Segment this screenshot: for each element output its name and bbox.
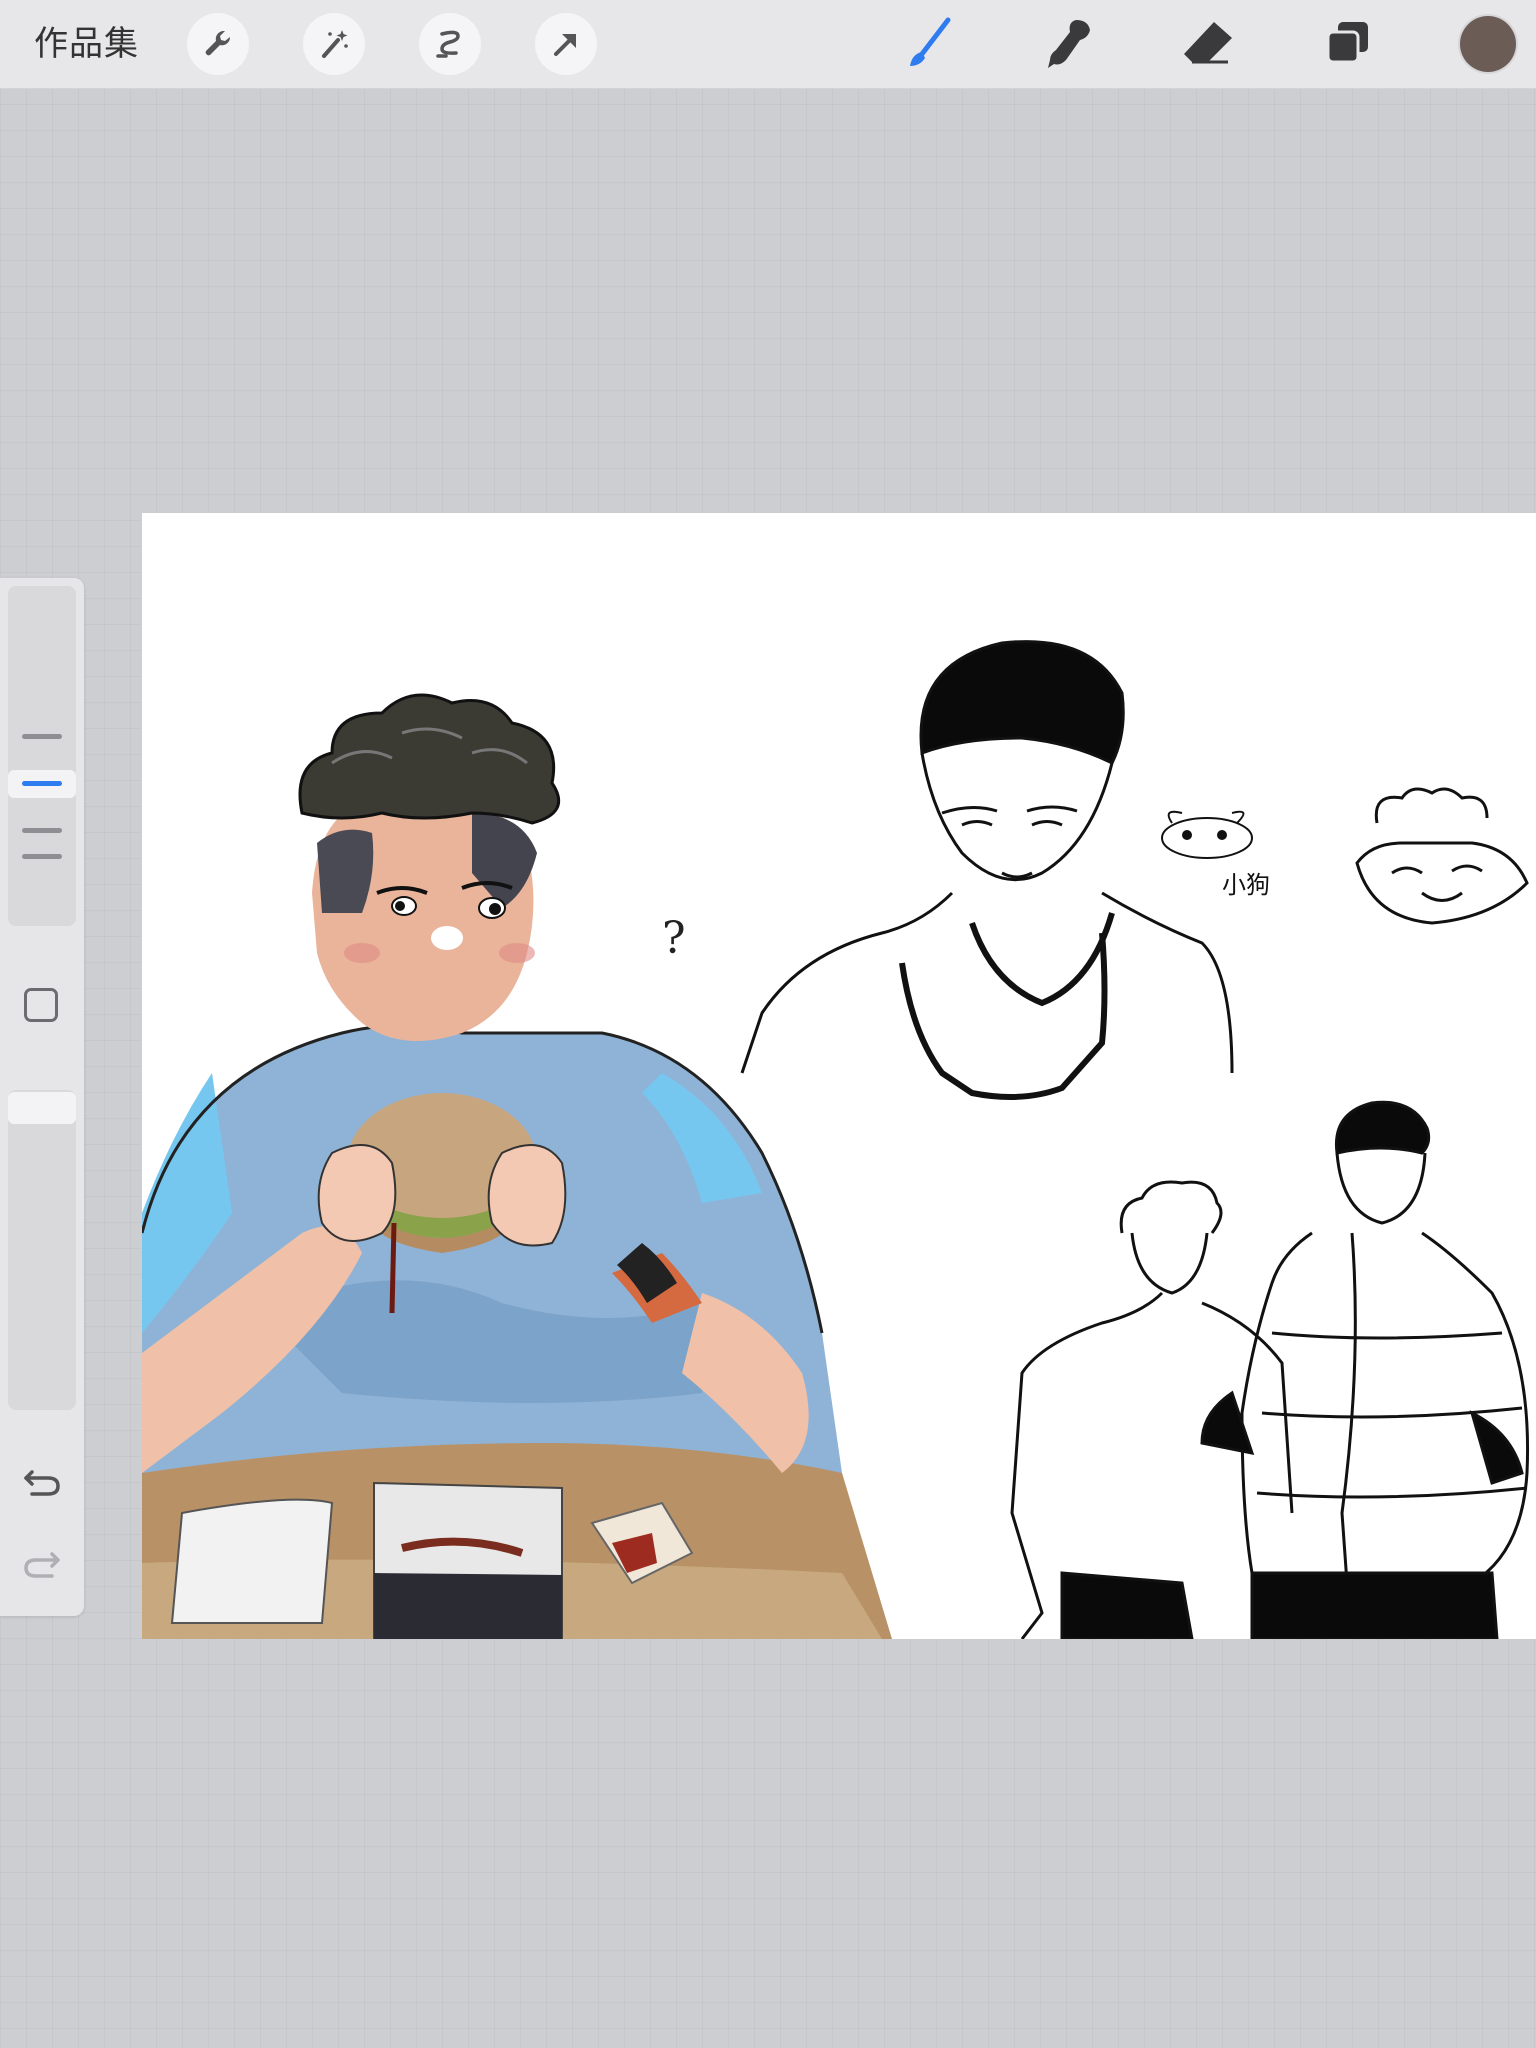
smudge-icon (1048, 20, 1090, 68)
color-picker-button[interactable] (1460, 16, 1516, 72)
size-tick (22, 828, 62, 833)
left-sidebar (0, 578, 84, 1616)
dog-doodle (1161, 810, 1253, 859)
brush-opacity-slider[interactable] (8, 1090, 76, 1410)
adjustments-button[interactable] (303, 13, 365, 75)
undo-button[interactable] (18, 1458, 66, 1506)
transform-button[interactable] (535, 13, 597, 75)
smudge-tool[interactable] (1038, 14, 1098, 74)
undo-icon (24, 1470, 60, 1496)
question-mark-note: ? (662, 913, 686, 964)
layers-button[interactable] (1318, 14, 1378, 74)
brush-size-thumb[interactable] (8, 770, 76, 798)
modify-button[interactable] (24, 988, 58, 1022)
artwork: ? 小狗 (142, 640, 1530, 1639)
actions-button[interactable] (187, 13, 249, 75)
top-toolbar: 作品集 (0, 0, 1536, 89)
buzzcut-portrait-sketch (740, 640, 1234, 1100)
brush-icon (910, 17, 951, 66)
eraser-tool[interactable] (1178, 14, 1238, 74)
redo-button[interactable] (18, 1540, 66, 1588)
eraser-icon (1184, 22, 1232, 64)
layers-icon (1326, 22, 1368, 64)
brush-tool[interactable] (898, 14, 958, 74)
magic-wand-icon (322, 30, 348, 58)
dog-note: 小狗 (1222, 871, 1270, 899)
wrench-icon (205, 30, 231, 56)
size-tick (22, 734, 62, 739)
selection-icon (436, 30, 460, 58)
burger-boy-illustration: ? (142, 693, 892, 1639)
gallery-button[interactable]: 作品集 (34, 20, 139, 68)
two-boys-sketch (1010, 1100, 1530, 1639)
redo-icon (24, 1552, 60, 1578)
selection-button[interactable] (419, 13, 481, 75)
opacity-thumb[interactable] (8, 1092, 76, 1124)
transform-arrow-icon (554, 34, 576, 56)
size-tick (22, 854, 62, 859)
brush-size-slider[interactable] (8, 586, 76, 926)
face-doodle (1355, 787, 1529, 925)
drawing-canvas[interactable]: ? 小狗 (142, 513, 1536, 1639)
